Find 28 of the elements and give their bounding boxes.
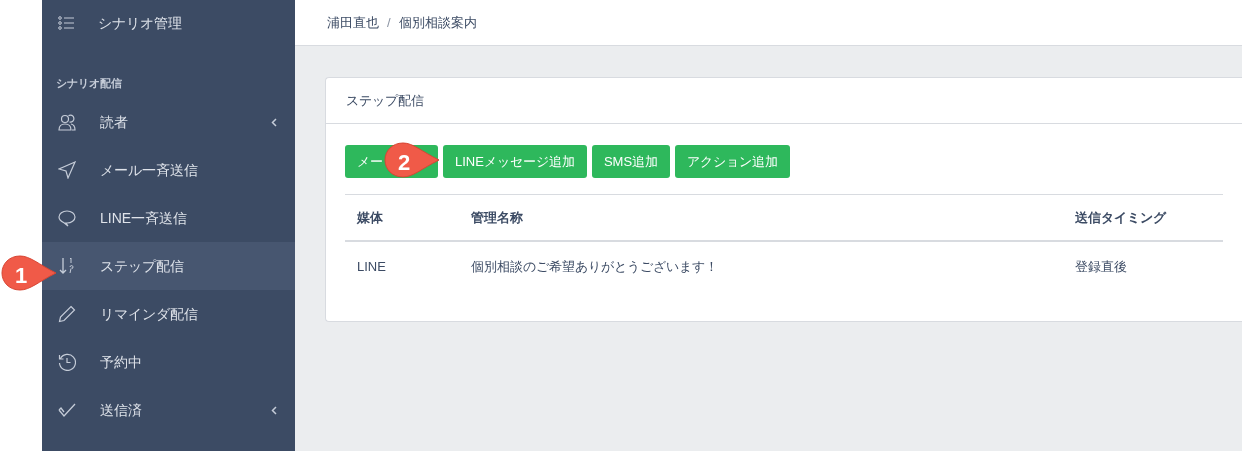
card-title: ステップ配信 — [346, 91, 424, 110]
breadcrumb-item[interactable]: 浦田直也 — [327, 12, 379, 33]
table-cell: LINE — [345, 240, 459, 293]
breadcrumb-item[interactable]: 個別相談案内 — [398, 12, 477, 33]
column-header: 送信タイミング — [1063, 194, 1223, 241]
table-cell: 個別相談のご希望ありがとうございます！ — [459, 240, 1063, 293]
column-header: 媒体 — [345, 194, 459, 241]
sidebar-item[interactable]: メール一斉送信 — [42, 146, 295, 194]
sidebar-item[interactable]: 読者 — [42, 98, 295, 146]
chat-bubble-icon — [58, 209, 76, 227]
checkmark-icon — [58, 401, 76, 419]
users-icon — [58, 113, 76, 131]
pencil-icon — [58, 305, 76, 323]
section-title: シナリオ配信 — [56, 75, 122, 91]
sidebar-item[interactable]: シナリオ管理 — [98, 12, 182, 34]
sidebar-item[interactable]: 送信済 — [42, 386, 295, 434]
sidebar-item[interactable]: LINE一斉送信 — [42, 194, 295, 242]
send-icon — [58, 161, 76, 179]
sidebar-item[interactable]: 予約中 — [42, 338, 295, 386]
sort-numeric-icon — [58, 257, 76, 275]
callout-marker: 2 — [383, 141, 441, 181]
callout-marker: 1 — [0, 254, 58, 294]
breadcrumb-separator: / — [387, 13, 391, 32]
history-icon — [58, 353, 76, 371]
column-header: 管理名称 — [459, 194, 1063, 241]
table-cell: 登録直後 — [1063, 240, 1223, 293]
list-icon — [58, 16, 74, 30]
sidebar-item[interactable]: ステップ配信 — [42, 242, 295, 290]
